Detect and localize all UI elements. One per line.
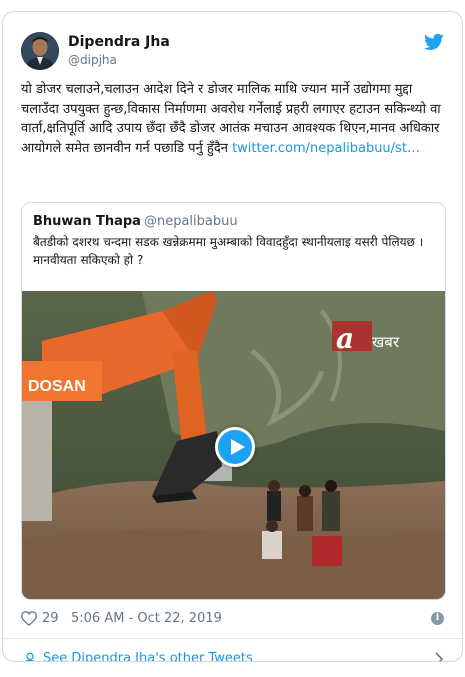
info-icon[interactable]: i — [431, 612, 444, 625]
author-name[interactable]: Dipendra Jha — [68, 33, 170, 51]
quoted-tweet[interactable]: Bhuwan Thapa @nepalibabuu बैतडीको दशरथ चन… — [21, 202, 446, 600]
author-info[interactable]: Dipendra Jha @dipjha — [68, 33, 170, 68]
watermark-text: खबर — [372, 333, 400, 351]
like-count[interactable]: 29 — [42, 610, 59, 628]
tweet-meta: 29 5:06 AM - Oct 22, 2019 i — [21, 609, 444, 629]
quoted-author-handle: @nepalibabuu — [143, 214, 238, 229]
watermark-logo: a — [336, 322, 354, 355]
author-handle[interactable]: @dipjha — [68, 52, 170, 68]
quoted-tweet-text: बैतडीको दशरथ चन्दमा सडक खन्नेक्रममा मुअम… — [33, 235, 424, 267]
quoted-author-name: Bhuwan Thapa — [33, 214, 141, 229]
person-icon — [25, 652, 35, 661]
twitter-bird-icon[interactable] — [424, 33, 444, 51]
see-more-tweets-link[interactable]: See Dipendra Jha's other Tweets — [43, 650, 253, 661]
heart-icon[interactable] — [21, 611, 37, 626]
excavator-brand-text: DOSAN — [28, 378, 86, 395]
tweet-header: Dipendra Jha @dipjha — [21, 32, 444, 72]
chevron-right-icon[interactable] — [434, 652, 444, 662]
embedded-tweet-card[interactable]: Dipendra Jha @dipjha यो डोजर चलाउने,चलाउ… — [2, 11, 463, 662]
tweet-timestamp[interactable]: 5:06 AM - Oct 22, 2019 — [71, 610, 222, 628]
tweet-link[interactable]: twitter.com/nepalibabuu/st… — [232, 141, 420, 156]
see-more-footer[interactable]: See Dipendra Jha's other Tweets — [3, 639, 462, 662]
video-thumbnail[interactable]: DOSAN a खबर — [22, 291, 445, 599]
quoted-tweet-header: Bhuwan Thapa @nepalibabuu — [33, 213, 238, 230]
tweet-text: यो डोजर चलाउने,चलाउन आदेश दिने र डोजर मा… — [21, 80, 446, 158]
play-button[interactable] — [215, 427, 255, 467]
avatar[interactable] — [21, 32, 59, 70]
